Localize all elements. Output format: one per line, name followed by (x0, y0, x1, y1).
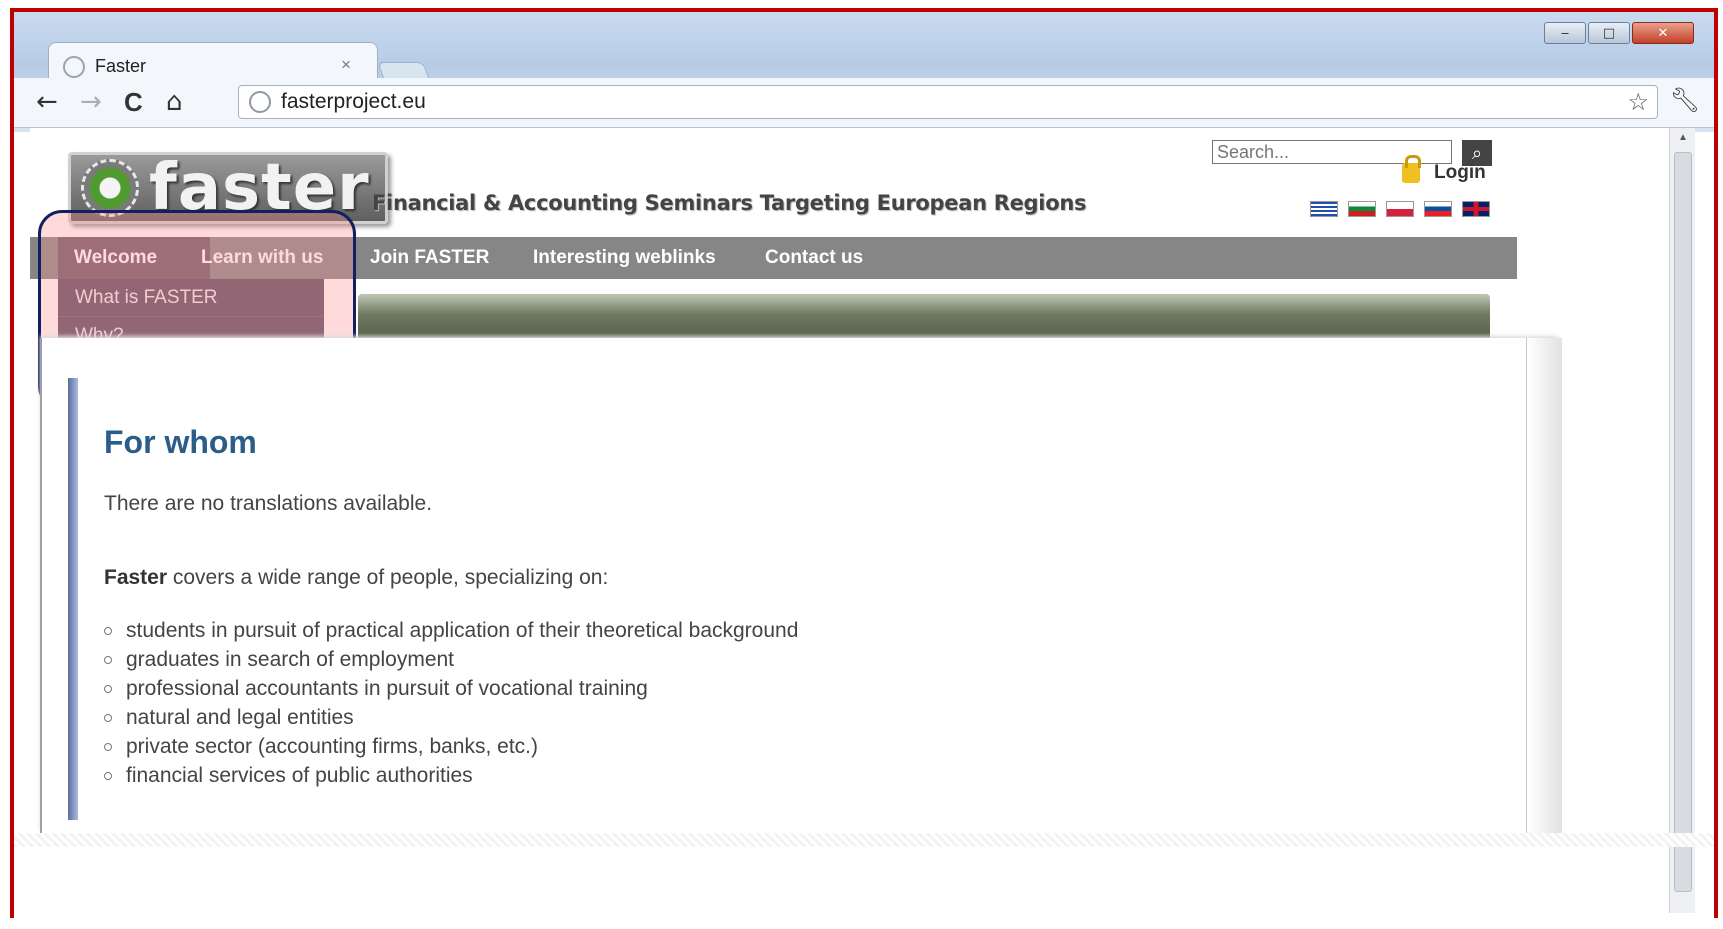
audience-list: students in pursuit of practical applica… (104, 616, 798, 790)
bookmark-star-icon[interactable]: ☆ (1627, 88, 1649, 117)
login-link[interactable]: Login (1402, 155, 1486, 184)
bullet-icon (104, 713, 112, 722)
address-bar[interactable]: fasterproject.eu ☆ (238, 85, 1658, 119)
bullet-icon (104, 626, 112, 635)
slovak-flag-icon[interactable] (1424, 201, 1452, 217)
login-label: Login (1434, 162, 1486, 183)
scrollbar-thumb[interactable] (1674, 152, 1692, 892)
list-item: graduates in search of employment (104, 645, 798, 674)
torn-edge (14, 833, 1714, 847)
list-item: private sector (accounting firms, banks,… (104, 732, 798, 761)
greek-flag-icon[interactable] (1310, 201, 1338, 217)
panel-scrollbar (1526, 338, 1562, 833)
gear-logo-icon (81, 159, 139, 217)
list-item: professional accountants in pursuit of v… (104, 674, 798, 703)
bullet-icon (104, 742, 112, 751)
bullet-icon (104, 684, 112, 693)
scroll-up-icon[interactable]: ▲ (1678, 132, 1688, 143)
maximize-button[interactable]: □ (1588, 22, 1630, 44)
search-icon: ⌕ (1471, 142, 1483, 164)
forward-icon[interactable]: → (80, 86, 102, 118)
menu-item-join[interactable]: Join FASTER (354, 237, 505, 279)
reload-icon[interactable]: C (124, 86, 143, 118)
globe-icon (63, 55, 85, 78)
close-window-button[interactable]: ✕ (1632, 22, 1694, 44)
menu-item-contact[interactable]: Contact us (749, 237, 879, 279)
wrench-icon[interactable]: 🔧︎ (1670, 86, 1700, 114)
translation-note: There are no translations available. (104, 492, 433, 515)
zoomed-content-panel: For whom There are no translations avail… (40, 338, 1562, 833)
list-item: students in pursuit of practical applica… (104, 616, 798, 645)
page-icon (249, 91, 271, 113)
browser-toolbar: ← → C ⌂ fasterproject.eu ☆ 🔧︎ (14, 78, 1714, 128)
uk-flag-icon[interactable] (1462, 201, 1490, 217)
list-item: financial services of public authorities (104, 761, 798, 790)
polish-flag-icon[interactable] (1386, 201, 1414, 217)
home-icon[interactable]: ⌂ (166, 86, 183, 118)
language-flags (1310, 201, 1490, 217)
panel-accent-bar (68, 378, 78, 820)
header-banner-image (358, 294, 1490, 344)
back-icon[interactable]: ← (36, 86, 58, 118)
url-text: fasterproject.eu (281, 90, 426, 113)
bullet-icon (104, 771, 112, 780)
site-tagline: Financial & Accounting Seminars Targetin… (372, 191, 1087, 215)
menu-item-weblinks[interactable]: Interesting weblinks (517, 237, 732, 279)
window-controls: ‒ □ ✕ (1544, 22, 1694, 44)
tab-close-icon[interactable]: × (341, 55, 351, 75)
lock-icon (1402, 155, 1421, 183)
tab-title: Faster (95, 56, 147, 76)
page-scrollbar[interactable]: ▲ (1669, 128, 1695, 913)
bullet-icon (104, 655, 112, 664)
minimize-button[interactable]: ‒ (1544, 22, 1586, 44)
intro-bold: Faster (104, 566, 168, 589)
intro-text: Faster covers a wide range of people, sp… (104, 566, 608, 590)
bulgarian-flag-icon[interactable] (1348, 201, 1376, 217)
list-item: natural and legal entities (104, 703, 798, 732)
intro-rest: covers a wide range of people, specializ… (167, 566, 609, 589)
page-title: For whom (104, 424, 257, 460)
